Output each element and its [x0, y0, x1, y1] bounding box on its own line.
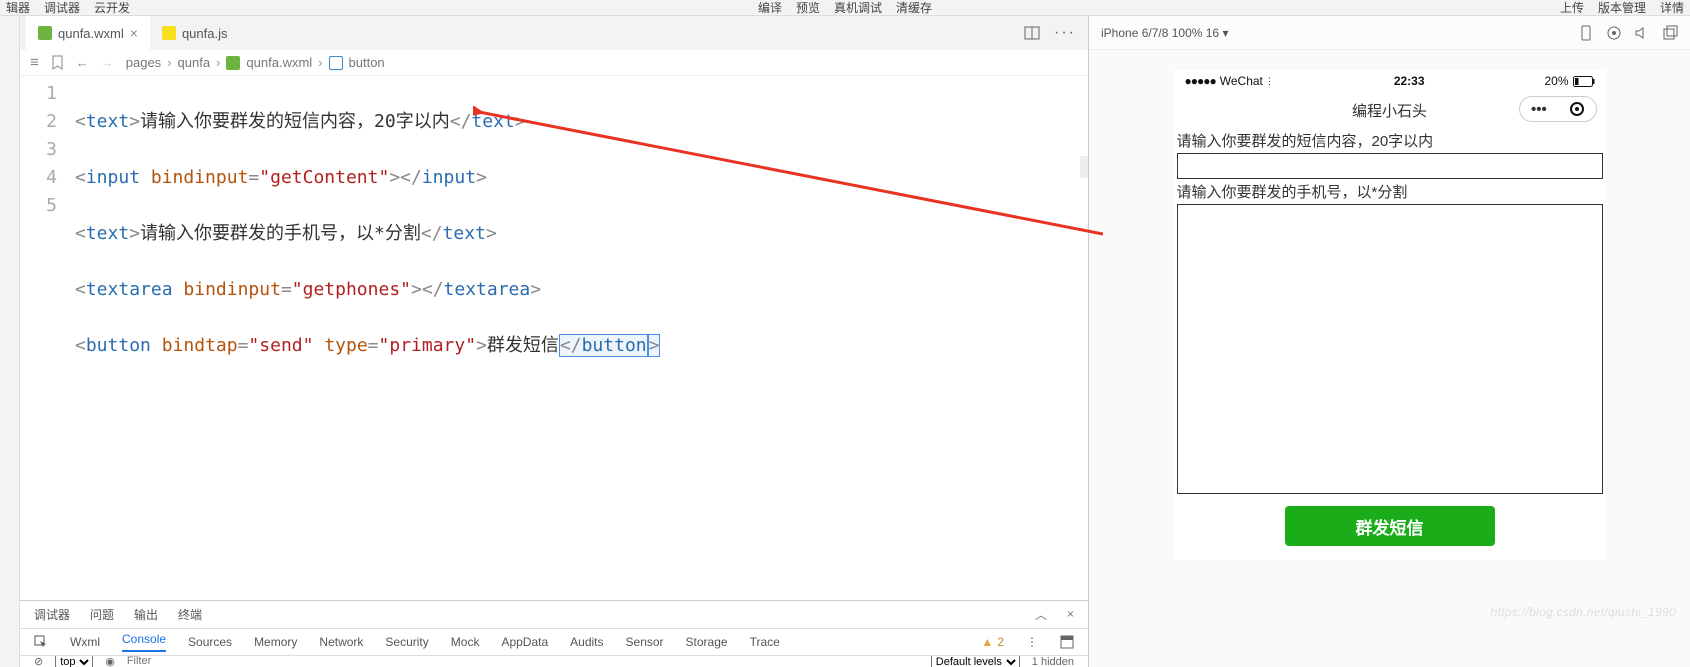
phone-numbers-label: 请输入你要群发的手机号，以*分割	[1177, 181, 1603, 202]
subtab-memory[interactable]: Memory	[254, 635, 297, 649]
code-editor[interactable]: 1 2 3 4 5 <text>请输入你要群发的短信内容，20字以内</text…	[20, 76, 1088, 600]
cursor-marker	[1080, 156, 1088, 178]
close-icon[interactable]: ×	[130, 25, 138, 41]
element-icon	[329, 56, 343, 70]
context-select[interactable]: top	[55, 656, 93, 667]
crumb-element[interactable]: button	[349, 55, 385, 70]
js-file-icon	[162, 26, 176, 40]
chevron-up-icon[interactable]: ︿	[1035, 606, 1047, 623]
app-top-menu: 辑器 调试器 云开发 编译 预览 真机调试 清缓存 上传 版本管理 详情	[0, 0, 1690, 16]
subtab-network[interactable]: Network	[319, 635, 363, 649]
menu-compile[interactable]: 编译	[758, 0, 782, 16]
record-icon[interactable]	[1606, 25, 1622, 41]
phone-status-bar: ●●●●● WeChat ⋮ 22:33 20%	[1175, 70, 1605, 92]
subtab-storage[interactable]: Storage	[686, 635, 728, 649]
preview-toolbar: iPhone 6/7/8 100% 16 ▾	[1089, 16, 1690, 50]
menu-editor[interactable]: 辑器	[6, 0, 30, 16]
sms-content-label: 请输入你要群发的短信内容，20字以内	[1177, 130, 1603, 151]
subtab-sources[interactable]: Sources	[188, 635, 232, 649]
split-editor-icon[interactable]	[1024, 25, 1040, 41]
clear-console-icon[interactable]: ⊘	[34, 656, 43, 667]
subtab-sensor[interactable]: Sensor	[626, 635, 664, 649]
carrier-label: WeChat	[1220, 74, 1263, 88]
app-title: 编程小石头	[1352, 100, 1427, 121]
subtab-console[interactable]: Console	[122, 632, 166, 652]
wxml-file-icon	[38, 26, 52, 40]
subtab-audits[interactable]: Audits	[570, 635, 603, 649]
filter-input[interactable]	[127, 656, 307, 667]
tab-label: qunfa.wxml	[58, 26, 124, 41]
crumb-pages[interactable]: pages	[126, 55, 161, 70]
tab-qunfa-js[interactable]: qunfa.js	[150, 16, 240, 50]
forward-icon[interactable]: →	[101, 55, 114, 70]
crumb-folder[interactable]: qunfa	[178, 55, 211, 70]
menu-preview[interactable]: 预览	[796, 0, 820, 16]
signal-icon: ●●●●●	[1185, 74, 1216, 88]
more-icon[interactable]: ···	[1054, 24, 1076, 42]
editor-tabs: qunfa.wxml × qunfa.js ···	[20, 16, 1088, 50]
devtab-output[interactable]: 输出	[134, 606, 158, 623]
capsule-menu-icon[interactable]: •••	[1531, 101, 1547, 118]
subtab-appdata[interactable]: AppData	[501, 635, 548, 649]
wxml-file-icon	[226, 56, 240, 70]
subtab-wxml[interactable]: Wxml	[70, 635, 100, 649]
crumb-file[interactable]: qunfa.wxml	[246, 55, 312, 70]
close-icon[interactable]: ×	[1067, 607, 1074, 621]
inspect-icon[interactable]	[34, 635, 48, 649]
phone-numbers-textarea[interactable]	[1177, 204, 1603, 494]
time-label: 22:33	[1274, 74, 1545, 88]
subtab-trace[interactable]: Trace	[750, 635, 780, 649]
back-icon[interactable]: ←	[76, 55, 89, 70]
subtab-security[interactable]: Security	[385, 635, 428, 649]
eye-icon[interactable]: ◉	[105, 656, 115, 667]
battery-indicator: 20%	[1544, 74, 1594, 88]
kebab-icon[interactable]: ⋮	[1026, 635, 1038, 649]
menu-upload[interactable]: 上传	[1560, 0, 1584, 16]
menu-cloud[interactable]: 云开发	[94, 0, 130, 16]
menu-clear-cache[interactable]: 清缓存	[896, 0, 932, 16]
devtools-panel: 调试器 问题 输出 终端 ︿ × Wxml Console Sources Me…	[20, 600, 1088, 667]
outline-icon[interactable]: ≡	[30, 54, 39, 71]
capsule-close-icon[interactable]	[1570, 102, 1584, 116]
tab-qunfa-wxml[interactable]: qunfa.wxml ×	[26, 16, 150, 50]
menu-detail[interactable]: 详情	[1660, 0, 1684, 16]
popout-icon[interactable]	[1662, 25, 1678, 41]
sms-content-input[interactable]	[1177, 153, 1603, 179]
editor-toolbar: ≡ ← → pages › qunfa › qunfa.wxml › butto…	[20, 50, 1088, 76]
tab-label: qunfa.js	[182, 26, 228, 41]
dock-icon[interactable]	[1060, 635, 1074, 649]
devtab-terminal[interactable]: 终端	[178, 606, 202, 623]
send-sms-button[interactable]: 群发短信	[1285, 506, 1495, 546]
menu-debugger[interactable]: 调试器	[44, 0, 80, 16]
app-nav-bar: 编程小石头 •••	[1175, 92, 1605, 128]
capsule-button[interactable]: •••	[1519, 96, 1597, 122]
left-sidebar	[0, 16, 20, 667]
watermark: https://blog.csdn.net/qiushi_1990	[1491, 605, 1676, 619]
line-gutter: 1 2 3 4 5	[20, 76, 75, 600]
menu-remote-debug[interactable]: 真机调试	[834, 0, 882, 16]
mute-icon[interactable]	[1634, 25, 1650, 41]
warning-badge[interactable]: ▲2	[981, 635, 1004, 649]
level-select[interactable]: Default levels	[931, 656, 1020, 667]
devtab-problems[interactable]: 问题	[90, 606, 114, 623]
device-label[interactable]: iPhone 6/7/8 100% 16 ▾	[1101, 26, 1228, 40]
menu-version[interactable]: 版本管理	[1598, 0, 1646, 16]
code-body[interactable]: <text>请输入你要群发的短信内容，20字以内</text> <input b…	[75, 76, 660, 600]
devtab-debugger[interactable]: 调试器	[34, 606, 70, 623]
device-rotate-icon[interactable]	[1578, 25, 1594, 41]
subtab-mock[interactable]: Mock	[451, 635, 480, 649]
phone-simulator: ●●●●● WeChat ⋮ 22:33 20% 编程小石头 ••• 请输入你要…	[1175, 70, 1605, 560]
hidden-count: 1 hidden	[1032, 656, 1074, 667]
breadcrumb[interactable]: pages › qunfa › qunfa.wxml › button	[126, 55, 385, 70]
wifi-icon: ⋮	[1265, 76, 1274, 87]
bookmark-icon[interactable]	[51, 55, 64, 70]
